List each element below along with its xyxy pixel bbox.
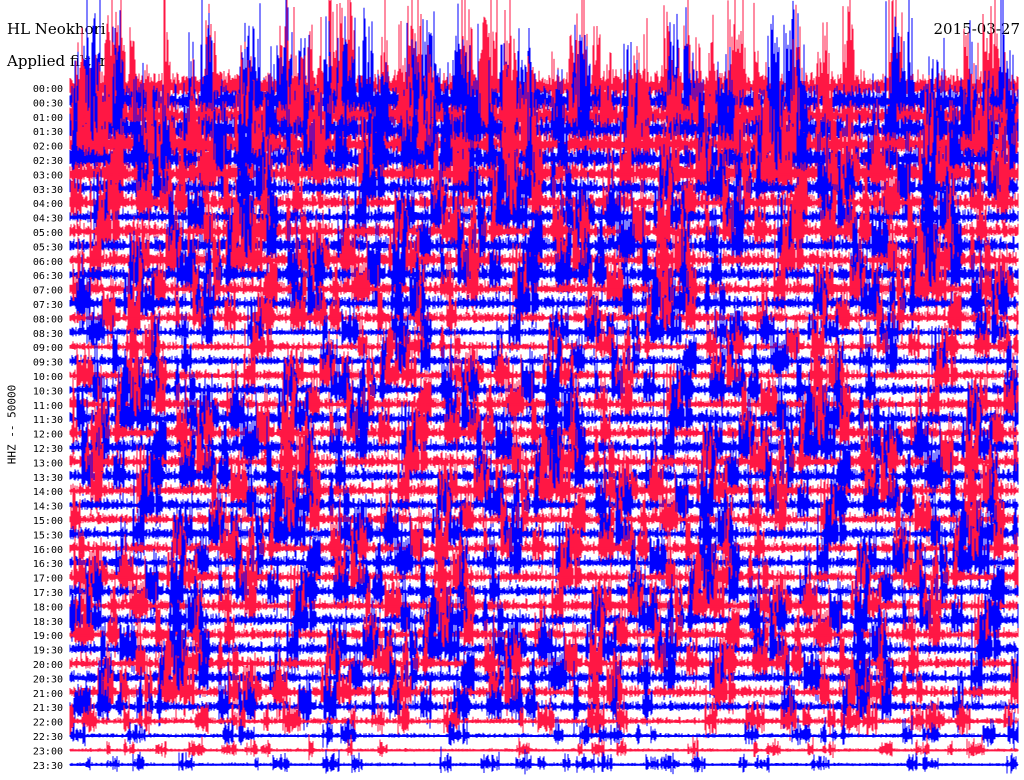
- row-time-label: 04:00: [33, 199, 63, 210]
- row-time-label: 14:30: [33, 502, 63, 513]
- row-time-label: 03:30: [33, 185, 63, 196]
- row-time-label: 13:30: [33, 473, 63, 484]
- row-time-label: 18:00: [33, 602, 63, 613]
- row-time-label: 20:00: [33, 660, 63, 671]
- row-time-label: 07:00: [33, 286, 63, 297]
- row-time-label: 11:00: [33, 401, 63, 412]
- row-time-label: 21:30: [33, 703, 63, 714]
- row-time-label: 17:30: [33, 588, 63, 599]
- row-time-label: 05:00: [33, 228, 63, 239]
- row-time-label: 22:30: [33, 732, 63, 743]
- row-time-label: 10:00: [33, 372, 63, 383]
- row-time-label: 23:30: [33, 761, 63, 772]
- row-time-label: 00:30: [33, 98, 63, 109]
- row-time-label: 01:30: [33, 127, 63, 138]
- row-time-label: 02:00: [33, 142, 63, 153]
- row-time-label: 17:00: [33, 574, 63, 585]
- row-time-label: 00:00: [33, 84, 63, 95]
- row-time-label: 09:00: [33, 343, 63, 354]
- row-time-label: 03:00: [33, 170, 63, 181]
- row-time-label: 19:30: [33, 646, 63, 657]
- row-time-label: 06:00: [33, 257, 63, 268]
- row-time-label: 13:00: [33, 458, 63, 469]
- row-time-label: 01:00: [33, 113, 63, 124]
- row-time-label: 11:30: [33, 415, 63, 426]
- row-time-label: 08:00: [33, 314, 63, 325]
- row-time-label: 08:30: [33, 329, 63, 340]
- row-time-label: 16:00: [33, 545, 63, 556]
- helicorder-plot: 00:00 00:30 01:00 01:30 02:00 02:30 03:00 03:30…: [33, 0, 1019, 775]
- row-time-label: 21:00: [33, 689, 63, 700]
- row-time-label: 19:00: [33, 631, 63, 642]
- row-time-label: 10:30: [33, 386, 63, 397]
- row-time-label: 18:30: [33, 617, 63, 628]
- row-time-label: 12:00: [33, 430, 63, 441]
- row-time-label: 07:30: [33, 300, 63, 311]
- row-time-label: 09:30: [33, 358, 63, 369]
- row-time-label: 15:30: [33, 530, 63, 541]
- row-time-label: 05:30: [33, 242, 63, 253]
- row-time-label: 16:30: [33, 559, 63, 570]
- row-time-label: 23:00: [33, 746, 63, 757]
- row-time-label: 04:30: [33, 214, 63, 225]
- row-time-label: 15:00: [33, 516, 63, 527]
- helicorder-view: HL Neokhori 2015-03-27 Applied filter HH…: [0, 0, 1024, 780]
- row-time-label: 22:00: [33, 718, 63, 729]
- row-time-label: 12:30: [33, 444, 63, 455]
- row-time-label: 20:30: [33, 674, 63, 685]
- row-time-label: 02:30: [33, 156, 63, 167]
- row-time-label: 14:00: [33, 487, 63, 498]
- row-time-label: 06:30: [33, 271, 63, 282]
